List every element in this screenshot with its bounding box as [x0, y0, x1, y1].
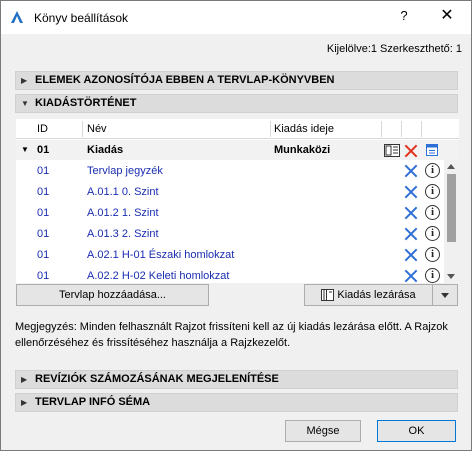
title-bar: Könyv beállítások ? ✕ [1, 1, 471, 34]
column-separator [381, 121, 382, 137]
expand-triangle-icon: ▶ [21, 375, 28, 384]
column-header-id[interactable]: ID [37, 123, 48, 135]
chevron-down-icon [441, 293, 449, 298]
group-name: Kiadás [87, 144, 124, 156]
info-icon[interactable]: i [425, 184, 440, 199]
row-id: 01 [37, 207, 50, 219]
section-label: ELEMEK AZONOSÍTÓJA EBBEN A TERVLAP-KÖNYV… [35, 74, 335, 86]
table-row[interactable]: 01 A.01.3 2. Szint i [16, 224, 444, 244]
table-scrollbar[interactable] [444, 160, 459, 283]
book-settings-dialog: Könyv beállítások ? ✕ Kijelölve:1 Szerke… [0, 0, 472, 451]
layout-book-icon[interactable] [384, 144, 400, 157]
note-text: Megjegyzés: Minden felhasznált Rajzot fr… [15, 321, 448, 349]
section-label: TERVLAP INFÓ SÉMA [35, 396, 151, 408]
row-name: A.02.2 H-02 Keleti homlokzat [87, 270, 230, 282]
row-id: 01 [37, 270, 50, 282]
column-header-issue-date[interactable]: Kiadás ideje [274, 123, 334, 135]
collapse-triangle-icon[interactable]: ▼ [21, 145, 29, 154]
section-issue-history[interactable]: ▼ KIADÁSTÖRTÉNET [15, 94, 458, 113]
row-id: 01 [37, 249, 50, 261]
scroll-thumb[interactable] [447, 174, 456, 242]
close-issue-label: Kiadás lezárása [337, 289, 416, 301]
column-separator [270, 121, 271, 137]
expand-triangle-icon: ▶ [21, 398, 28, 407]
issue-table: ID Név Kiadás ideje ▼ 01 Kiadás Munkaköz… [16, 119, 459, 283]
delete-issue-icon[interactable] [404, 144, 418, 158]
expand-triangle-icon: ▶ [21, 76, 28, 85]
column-separator [421, 121, 422, 137]
table-row[interactable]: 01 A.01.2 1. Szint i [16, 203, 444, 223]
remove-sheet-icon[interactable] [404, 248, 418, 262]
remove-sheet-icon[interactable] [404, 269, 418, 283]
section-sheet-info[interactable]: ▶ TERVLAP INFÓ SÉMA [15, 393, 458, 412]
selection-info: Kijelölve:1 Szerkeszthető: 1 [326, 43, 462, 55]
issue-settings-icon[interactable] [426, 144, 438, 156]
table-row[interactable]: 01 A.02.1 H-01 Északi homlokzat i [16, 245, 444, 265]
row-name: A.01.3 2. Szint [87, 228, 159, 240]
table-row[interactable]: 01 A.02.2 H-02 Keleti homlokzat i [16, 266, 444, 283]
section-revision-numbering[interactable]: ▶ REVÍZIÓK SZÁMOZÁSÁNAK MEGJELENÍTÉSE [15, 370, 458, 389]
section-element-ids[interactable]: ▶ ELEMEK AZONOSÍTÓJA EBBEN A TERVLAP-KÖN… [15, 71, 458, 90]
close-button[interactable]: ✕ [437, 6, 457, 26]
row-name: A.02.1 H-01 Északi homlokzat [87, 249, 235, 261]
section-label: REVÍZIÓK SZÁMOZÁSÁNAK MEGJELENÍTÉSE [35, 373, 279, 385]
row-name: A.01.2 1. Szint [87, 207, 159, 219]
table-header: ID Név Kiadás ideje [16, 119, 459, 139]
ok-button[interactable]: OK [377, 420, 456, 442]
column-separator [401, 121, 402, 137]
column-header-name[interactable]: Név [87, 123, 107, 135]
row-id: 01 [37, 186, 50, 198]
group-id: 01 [37, 144, 50, 156]
group-status: Munkaközi [274, 144, 331, 156]
add-sheet-button[interactable]: Tervlap hozzáadása... [16, 284, 209, 306]
info-icon[interactable]: i [425, 268, 440, 283]
close-issue-dropdown[interactable] [432, 284, 458, 306]
help-button[interactable]: ? [396, 8, 412, 26]
remove-sheet-icon[interactable] [404, 164, 418, 178]
row-id: 01 [37, 228, 50, 240]
close-issue-button[interactable]: Kiadás lezárása [304, 284, 433, 306]
window-title: Könyv beállítások [34, 11, 129, 25]
remove-sheet-icon[interactable] [404, 206, 418, 220]
row-name: A.01.1 0. Szint [87, 186, 159, 198]
info-icon[interactable]: i [425, 247, 440, 262]
remove-sheet-icon[interactable] [404, 227, 418, 241]
table-row[interactable]: 01 A.01.1 0. Szint i [16, 182, 444, 202]
remove-sheet-icon[interactable] [404, 185, 418, 199]
row-name: Tervlap jegyzék [87, 165, 163, 177]
info-icon[interactable]: i [425, 205, 440, 220]
info-icon[interactable]: i [425, 163, 440, 178]
table-row[interactable]: 01 Tervlap jegyzék i [16, 161, 444, 181]
row-id: 01 [37, 165, 50, 177]
cancel-button[interactable]: Mégse [285, 420, 361, 442]
scroll-down-icon[interactable] [447, 274, 455, 279]
column-separator [82, 121, 83, 137]
scroll-up-icon[interactable] [447, 164, 455, 169]
archicad-logo-icon [11, 11, 23, 23]
section-label: KIADÁSTÖRTÉNET [35, 97, 137, 109]
collapse-triangle-icon: ▼ [21, 99, 29, 108]
info-icon[interactable]: i [425, 226, 440, 241]
issue-group-row[interactable]: ▼ 01 Kiadás Munkaközi [16, 140, 459, 160]
book-icon [321, 289, 334, 301]
